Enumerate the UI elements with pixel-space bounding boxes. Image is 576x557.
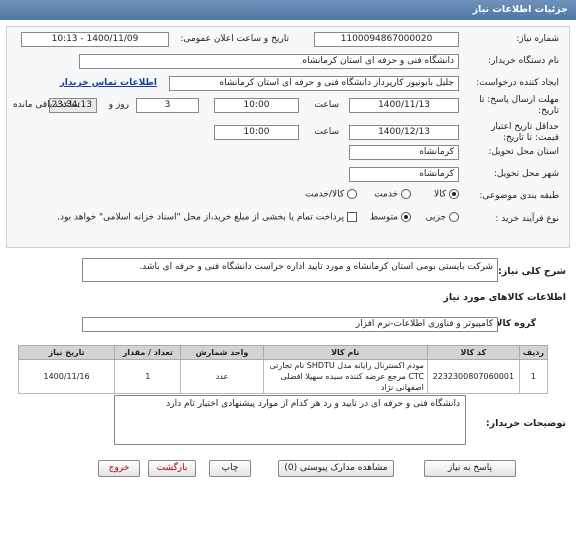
radio-empty-icon[interactable] bbox=[347, 189, 357, 199]
print-button[interactable]: چاپ bbox=[209, 460, 251, 477]
deadline-time-label: ساعت bbox=[314, 100, 340, 110]
announce-label: تاریخ و ساعت اعلان عمومی: bbox=[180, 34, 289, 44]
category-option-goods-label: کالا bbox=[433, 189, 447, 200]
row-date: 1400/11/16 bbox=[17, 359, 116, 394]
process-option-medium-label: متوسط bbox=[369, 212, 399, 223]
days-label: روز و bbox=[108, 100, 129, 110]
buyer-field: دانشگاه فنی و حرفه ای استان کرمانشاه bbox=[79, 54, 459, 69]
radio-empty-icon[interactable] bbox=[449, 212, 459, 222]
description-label: شرح کلی نیاز: bbox=[497, 266, 566, 277]
radio-empty-icon[interactable] bbox=[401, 189, 411, 199]
process-radio-medium[interactable]: متوسط bbox=[370, 212, 411, 223]
row-qty: 1 bbox=[114, 359, 182, 394]
col-qty: تعداد / مقدار bbox=[114, 345, 182, 360]
row-unit: عدد bbox=[180, 359, 264, 394]
reply-button[interactable]: پاسخ به نیاز bbox=[424, 460, 516, 477]
col-index: ردیف bbox=[518, 345, 549, 360]
buyer-notes-text: دانشگاه فنی و حرفه ای در تایید و رد هر ک… bbox=[166, 399, 460, 409]
creator-label: ایجاد کننده درخواست: bbox=[476, 78, 559, 88]
city-label: شهر محل تحویل: bbox=[493, 169, 559, 179]
validity-label-line1: حداقل تاریخ اعتبار bbox=[491, 122, 559, 132]
creator-field: جلیل بابونیور کارپرداز دانشگاه فنی و حرف… bbox=[169, 76, 459, 91]
col-code: کد کالا bbox=[426, 345, 520, 360]
goods-table-header: ردیف کد کالا نام کالا واحد شمارش تعداد /… bbox=[17, 345, 549, 360]
goods-group-label: گروه کالا: bbox=[492, 319, 536, 329]
category-label: طبقه بندی موضوعی: bbox=[479, 191, 559, 201]
page-title: جزئیات اطلاعات نیاز bbox=[472, 4, 568, 15]
goods-section-title: اطلاعات کالاهای مورد نیاز bbox=[443, 292, 566, 303]
buyer-notes-label: توضیحات خریدار: bbox=[485, 418, 566, 429]
attachments-button[interactable]: مشاهده مدارک پیوستی (0) bbox=[278, 460, 394, 477]
col-name: نام کالا bbox=[262, 345, 428, 360]
goods-table: ردیف کد کالا نام کالا واحد شمارش تعداد /… bbox=[17, 345, 549, 394]
description-box: شرکت بایستی بومی استان کرمانشاه و مورد ت… bbox=[82, 258, 498, 282]
radio-selected-icon[interactable] bbox=[449, 189, 459, 199]
col-date: تاریخ نیاز bbox=[17, 345, 116, 360]
announce-field: 1400/11/09 - 10:13 bbox=[21, 32, 169, 47]
validity-label: حداقل تاریخ اعتبار قیمت: تا تاریخ: bbox=[491, 122, 559, 144]
category-radio-service[interactable]: خدمت bbox=[374, 189, 411, 200]
process-label: نوع فرآیند خرید : bbox=[495, 214, 559, 224]
validity-date-field: 1400/12/13 bbox=[349, 125, 459, 140]
process-option-minor-label: جزیی bbox=[425, 212, 447, 223]
need-number-field: 1100094867000020 bbox=[314, 32, 459, 47]
payment-checkbox[interactable]: پرداخت تمام یا بخشی از مبلغ خرید،از محل … bbox=[57, 212, 357, 223]
payment-note: پرداخت تمام یا بخشی از مبلغ خرید،از محل … bbox=[57, 212, 345, 223]
checkbox-icon[interactable] bbox=[347, 212, 357, 222]
validity-time-field: 10:00 bbox=[214, 125, 299, 140]
category-option-service-label: خدمت bbox=[374, 189, 399, 200]
exit-button[interactable]: خروج bbox=[98, 460, 140, 477]
days-field: 3 bbox=[136, 98, 199, 113]
back-button[interactable]: بازگشت bbox=[148, 460, 196, 477]
province-label: استان محل تحویل: bbox=[488, 147, 559, 157]
need-details-panel: شماره نیاز: 1100094867000020 تاریخ و ساع… bbox=[6, 26, 570, 248]
remaining-time-label: ساعت باقی مانده bbox=[13, 100, 80, 110]
goods-group-field: کامپیوتر و فناوری اطلاعات-نرم افزار bbox=[82, 317, 498, 332]
process-radio-minor[interactable]: جزیی bbox=[426, 212, 459, 223]
buyer-contact-link[interactable]: اطلاعات تماس خریدار bbox=[60, 78, 157, 88]
need-number-label: شماره نیاز: bbox=[516, 34, 559, 44]
page-header: جزئیات اطلاعات نیاز bbox=[0, 0, 576, 20]
validity-time-label: ساعت bbox=[314, 127, 340, 137]
validity-label-line2: قیمت: تا تاریخ: bbox=[503, 133, 559, 143]
row-name: مودم اکسترنال رایانه مدل SHDTU نام تجارت… bbox=[262, 359, 428, 394]
row-code: 2232300807060001 bbox=[426, 359, 520, 394]
city-field: کرمانشاه bbox=[349, 167, 459, 182]
buyer-notes-box: دانشگاه فنی و حرفه ای در تایید و رد هر ک… bbox=[114, 395, 466, 445]
province-field: کرمانشاه bbox=[349, 145, 459, 160]
radio-selected-icon[interactable] bbox=[401, 212, 411, 222]
col-unit: واحد شمارش bbox=[180, 345, 264, 360]
deadline-time-field: 10:00 bbox=[214, 98, 299, 113]
deadline-date-field: 1400/11/13 bbox=[349, 98, 459, 113]
category-radio-goods-service[interactable]: کالا/خدمت bbox=[305, 189, 357, 200]
table-row: 1 2232300807060001 مودم اکسترنال رایانه … bbox=[17, 359, 549, 394]
row-index: 1 bbox=[518, 359, 549, 394]
deadline-label-line2: تاریخ: bbox=[538, 106, 559, 116]
category-radio-goods[interactable]: کالا bbox=[434, 189, 459, 200]
buyer-label: نام دستگاه خریدار: bbox=[488, 56, 559, 66]
category-option-goods-service-label: کالا/خدمت bbox=[304, 189, 345, 200]
description-text: شرکت بایستی بومی استان کرمانشاه و مورد ت… bbox=[139, 262, 493, 272]
deadline-label-line1: مهلت ارسال پاسخ: تا bbox=[479, 95, 559, 105]
deadline-label: مهلت ارسال پاسخ: تا تاریخ: bbox=[479, 95, 559, 117]
